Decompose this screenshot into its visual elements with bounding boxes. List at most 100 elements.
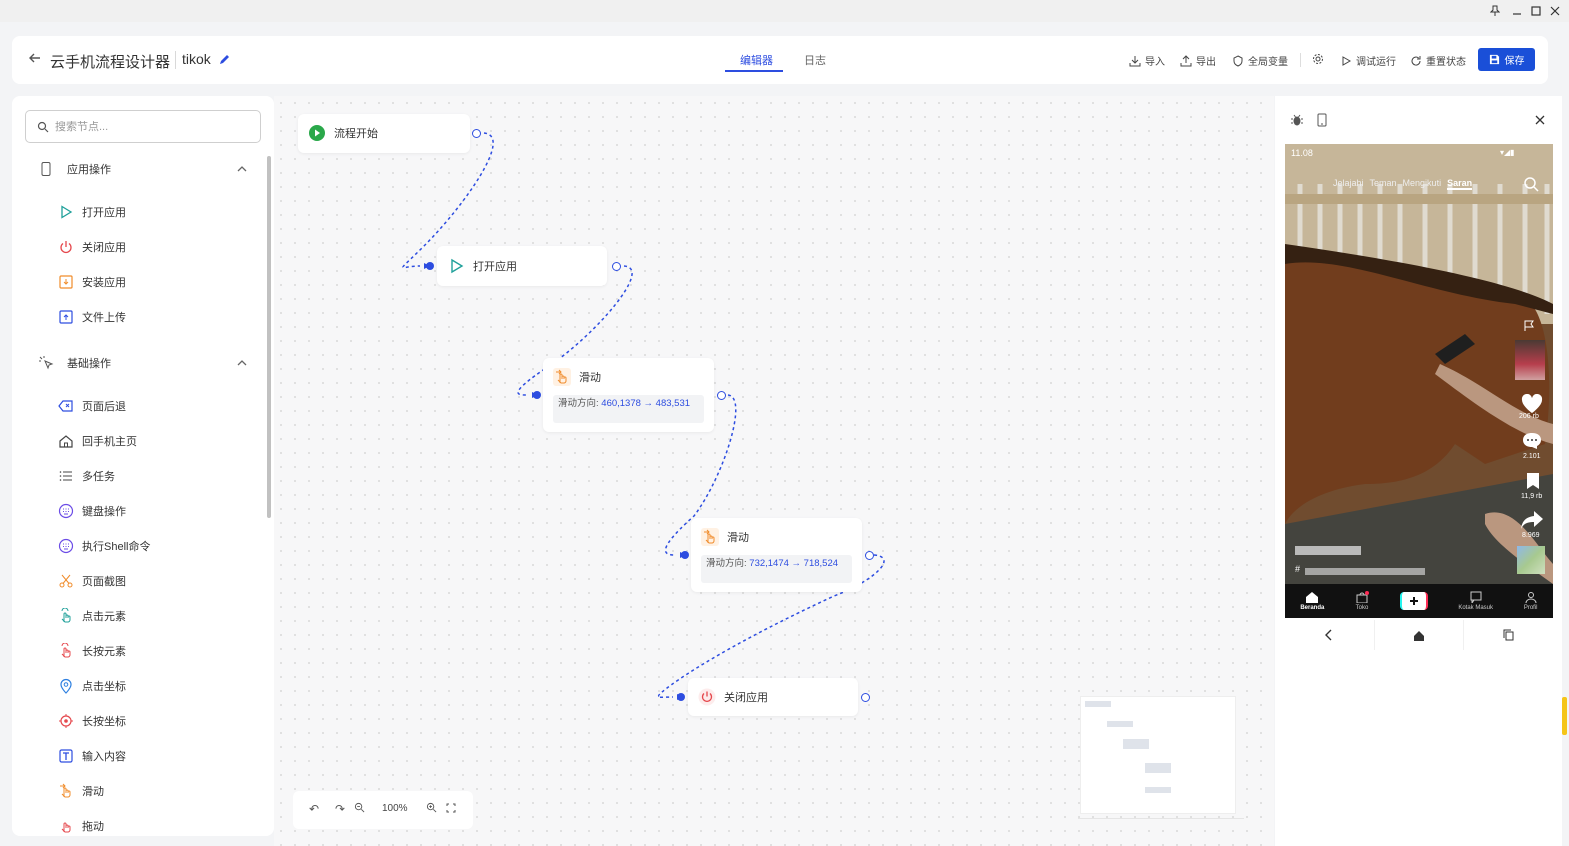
node-open-app[interactable]: 打开应用 (58, 201, 248, 223)
node-page-back[interactable]: 页面后退 (58, 395, 248, 417)
minimap[interactable] (1080, 696, 1236, 814)
input-port[interactable] (677, 693, 685, 701)
like-count: 206 rb (1519, 413, 1539, 420)
device-icon[interactable] (1315, 113, 1329, 127)
pin-icon[interactable] (1486, 2, 1504, 20)
input-port[interactable] (533, 391, 541, 399)
node-keyboard[interactable]: 键盘操作 (58, 500, 248, 522)
close-window-icon[interactable] (1546, 2, 1564, 20)
tab-home[interactable]: Beranda (1300, 591, 1324, 611)
tab-editor[interactable]: 编辑器 (740, 52, 773, 68)
flag-icon[interactable] (1523, 320, 1535, 332)
node-swipe-step-2[interactable]: 滑动 滑动方向: 732,1474 → 718,524 (691, 518, 862, 592)
search-input[interactable] (55, 120, 245, 133)
back-arrow-icon[interactable] (26, 51, 44, 69)
node-shell[interactable]: 执行Shell命令 (58, 535, 248, 557)
node-tap-coordinate[interactable]: 点击坐标 (58, 675, 248, 697)
app-title: 云手机流程设计器 (50, 54, 171, 71)
output-port[interactable] (865, 551, 874, 560)
node-multitask[interactable]: 多任务 (58, 465, 248, 487)
group-app-operations[interactable]: 应用操作 (12, 157, 262, 181)
settings-button[interactable] (1312, 53, 1324, 65)
save-button[interactable]: 保存 (1478, 48, 1535, 71)
output-port[interactable] (861, 693, 870, 702)
close-panel-icon[interactable] (1534, 114, 1546, 126)
node-screenshot[interactable]: 页面截图 (58, 570, 248, 592)
node-flow-start[interactable]: 流程开始 (298, 114, 470, 153)
tab-label: Toko (1355, 605, 1369, 611)
node-input-text[interactable]: 输入内容 (58, 745, 248, 767)
nav-recents-button[interactable] (1464, 620, 1553, 650)
global-variables-button[interactable]: 全局变量 (1232, 53, 1288, 68)
author-name-blurred[interactable] (1295, 546, 1361, 555)
chevron-up-icon[interactable] (236, 163, 248, 175)
input-port[interactable] (681, 551, 689, 559)
reset-state-button[interactable]: 重置状态 (1410, 53, 1466, 68)
input-port[interactable] (426, 262, 434, 270)
phone-screen[interactable]: 11.08 ▾◢▮ Jelajahi Teman Mengikuti Saran… (1285, 144, 1553, 618)
fit-view-icon[interactable] (444, 802, 458, 816)
comment-icon[interactable] (1522, 432, 1542, 450)
node-install-app[interactable]: 安装应用 (58, 271, 248, 293)
output-port[interactable] (612, 262, 621, 271)
node-tap-element[interactable]: 点击元素 (58, 605, 248, 627)
feed-tab-friends[interactable]: Teman (1370, 178, 1397, 190)
redo-icon[interactable]: ↷ (333, 802, 347, 816)
swipe-hand-icon (553, 368, 571, 386)
node-swipe[interactable]: 滑动 (58, 780, 248, 802)
avatar[interactable] (1515, 340, 1545, 380)
export-button[interactable]: 导出 (1180, 53, 1216, 68)
node-label: 打开应用 (82, 207, 126, 219)
group-label: 应用操作 (67, 164, 111, 176)
flow-canvas[interactable]: 流程开始 打开应用 滑动 滑动方向: 460,1378 → 483,531 滑动… (274, 96, 1274, 846)
node-open-app-step[interactable]: 打开应用 (437, 246, 607, 286)
tab-shop[interactable]: Toko (1355, 591, 1369, 611)
heart-icon[interactable] (1521, 394, 1543, 414)
phone-icon (41, 162, 51, 176)
node-file-upload[interactable]: 文件上传 (58, 306, 248, 328)
chevron-left-icon (1325, 629, 1332, 641)
scroll-thumb[interactable] (267, 156, 271, 518)
music-disc[interactable] (1517, 546, 1545, 574)
import-button[interactable]: 导入 (1129, 53, 1165, 68)
sidebar-scrollbar[interactable] (266, 146, 272, 836)
flow-name: tikok (182, 51, 211, 67)
minimize-icon[interactable] (1508, 2, 1526, 20)
node-long-press-coordinate[interactable]: 长按坐标 (58, 710, 248, 732)
nav-back-button[interactable] (1285, 620, 1375, 650)
feed-tab-for-you[interactable]: Saran (1447, 178, 1473, 190)
share-icon[interactable] (1520, 510, 1544, 530)
undo-icon[interactable]: ↶ (307, 802, 321, 816)
tab-inbox[interactable]: Kotak Masuk (1458, 591, 1493, 611)
search-box[interactable] (25, 110, 261, 143)
bug-icon[interactable] (1290, 113, 1304, 127)
node-title: 滑动 (579, 372, 601, 384)
zoom-in-icon[interactable] (424, 802, 438, 816)
chevron-up-icon[interactable] (236, 357, 248, 369)
output-port[interactable] (472, 129, 481, 138)
node-drag[interactable]: 拖动 (58, 815, 248, 836)
node-close-app[interactable]: 关闭应用 (58, 236, 248, 258)
group-basic-operations[interactable]: 基础操作 (12, 351, 262, 375)
edit-pencil-icon[interactable] (218, 52, 232, 66)
node-close-app-step[interactable]: 关闭应用 (688, 678, 858, 716)
nav-home-button[interactable] (1375, 620, 1465, 650)
feed-tab-explore[interactable]: Jelajahi (1333, 178, 1364, 190)
feed-tab-following[interactable]: Mengikuti (1403, 178, 1442, 190)
minimap-node (1145, 763, 1171, 773)
output-port[interactable] (717, 391, 726, 400)
node-home[interactable]: 回手机主页 (58, 430, 248, 452)
node-long-press-element[interactable]: 长按元素 (58, 640, 248, 662)
minimap-node (1145, 787, 1171, 793)
tab-log[interactable]: 日志 (804, 52, 826, 68)
maximize-icon[interactable] (1527, 2, 1545, 20)
debug-run-button[interactable]: 调试运行 (1340, 53, 1396, 68)
side-handle[interactable] (1562, 697, 1567, 735)
tab-profile[interactable]: Profil (1524, 591, 1538, 611)
bookmark-icon[interactable] (1525, 472, 1541, 490)
create-button[interactable] (1399, 592, 1428, 610)
node-swipe-step-1[interactable]: 滑动 滑动方向: 460,1378 → 483,531 (543, 358, 714, 432)
shop-bag-icon (1356, 591, 1369, 604)
zoom-out-icon[interactable] (352, 802, 366, 816)
search-icon[interactable] (1523, 176, 1539, 192)
